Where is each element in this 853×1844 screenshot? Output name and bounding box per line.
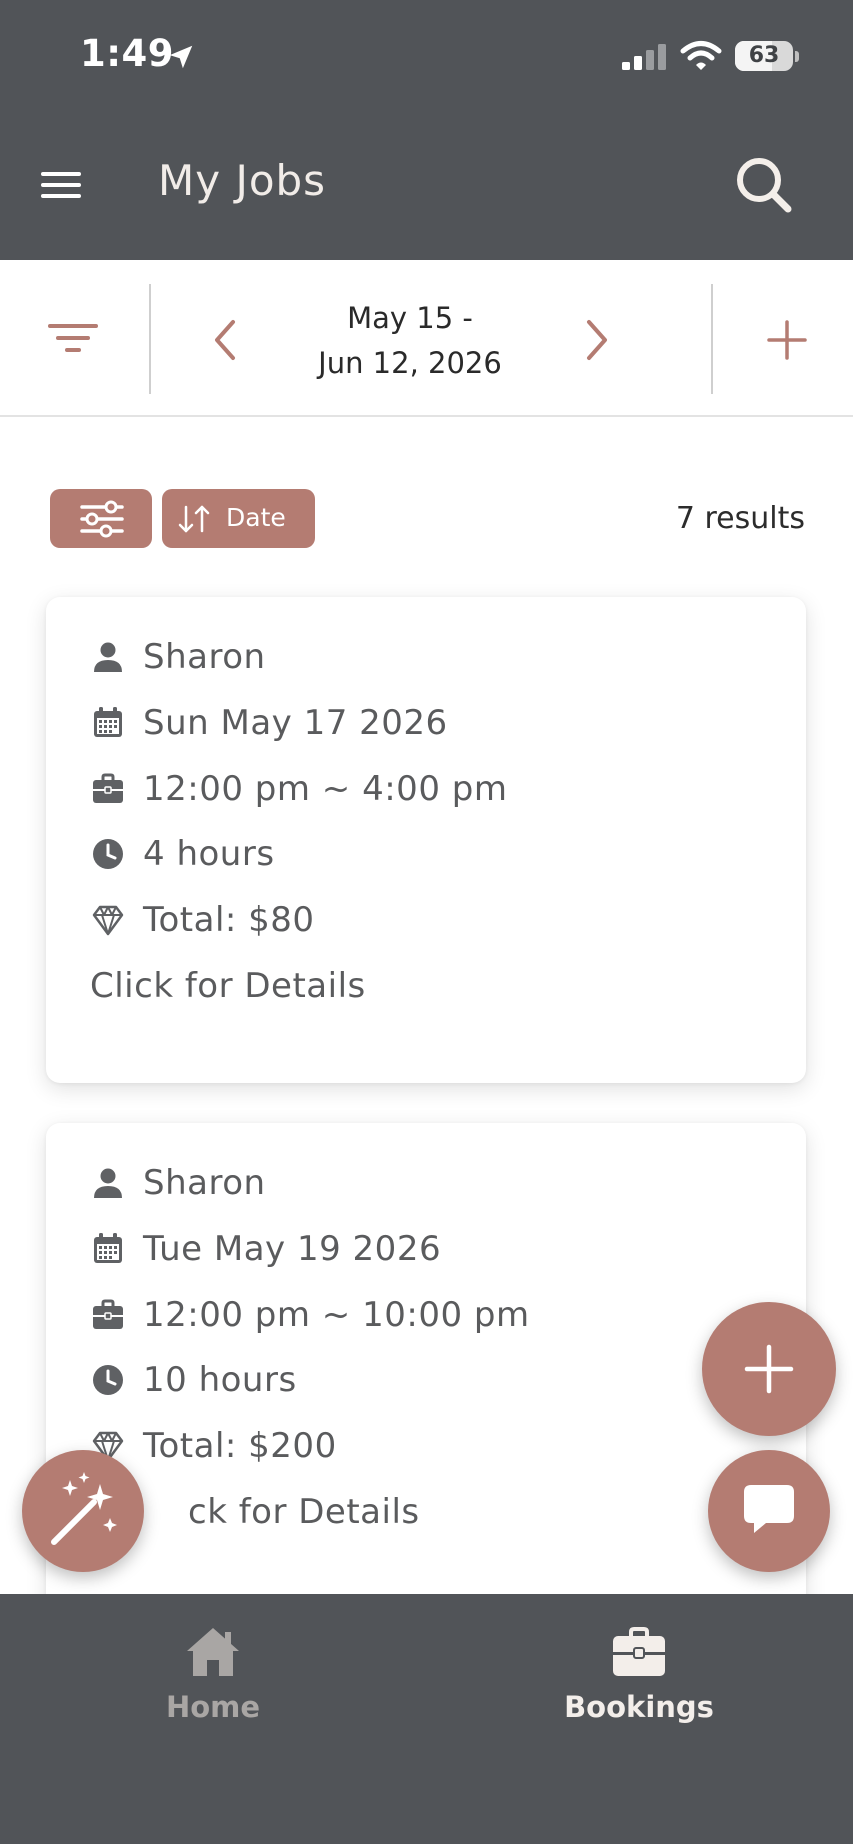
menu-icon[interactable] (36, 162, 86, 208)
diamond-icon (90, 902, 126, 938)
booking-total: Total: $80 (143, 900, 315, 940)
status-bar: 1:49 63 (0, 0, 853, 110)
clock-icon (90, 836, 126, 872)
search-icon[interactable] (728, 150, 798, 220)
filter-lines-icon[interactable] (38, 308, 108, 368)
booking-card[interactable]: Sharon Sun May 17 2026 12:00 pm ~ 4:00 p… (46, 597, 806, 1083)
booking-card[interactable]: Sharon Tue May 19 2026 12:00 pm ~ 10:00 … (46, 1123, 806, 1623)
page-title: My Jobs (158, 156, 327, 205)
date-navigation: May 15 - Jun 12, 2026 (0, 260, 853, 417)
app-bar: My Jobs (0, 110, 853, 260)
results-count: 7 results (675, 501, 805, 536)
client-name: Sharon (143, 637, 266, 677)
divider (149, 284, 151, 394)
calendar-icon (90, 1231, 126, 1267)
date-range: May 15 - Jun 12, 2026 (270, 296, 550, 386)
details-link[interactable]: Click for Details (90, 966, 366, 1006)
details-link[interactable]: ck for Details (188, 1492, 420, 1532)
sort-label: Date (226, 503, 286, 532)
client-row: Sharon (90, 1159, 266, 1207)
person-icon (90, 1165, 126, 1201)
wifi-icon (680, 41, 722, 70)
clock-icon (90, 1362, 126, 1398)
nav-home[interactable]: Home (113, 1624, 313, 1744)
nav-home-label: Home (165, 1690, 261, 1724)
date-range-start: May 15 - (347, 301, 473, 335)
battery-cap (795, 51, 799, 62)
sort-button[interactable]: Date (162, 489, 315, 548)
duration-row: 10 hours (90, 1356, 297, 1404)
plus-icon[interactable] (760, 310, 814, 370)
person-icon (90, 639, 126, 675)
status-time: 1:49 (80, 32, 175, 75)
divider (711, 284, 713, 394)
magic-wand-icon (51, 1472, 117, 1545)
bottom-navigation: Home Bookings (0, 1594, 853, 1844)
briefcase-icon (613, 1627, 665, 1676)
duration-row: 4 hours (90, 830, 275, 878)
nav-bookings[interactable]: Bookings (539, 1624, 739, 1744)
chat-icon (744, 1485, 794, 1533)
chat-fab[interactable] (708, 1450, 830, 1572)
client-row: Sharon (90, 633, 266, 681)
magic-wand-fab[interactable] (22, 1450, 144, 1572)
booking-date: Sun May 17 2026 (143, 703, 448, 743)
date-range-end: Jun 12, 2026 (318, 346, 502, 380)
time-row: 12:00 pm ~ 4:00 pm (90, 765, 507, 813)
battery-level: 63 (748, 43, 780, 68)
plus-icon (744, 1344, 794, 1394)
location-arrow-icon (169, 45, 193, 69)
sliders-icon (80, 500, 124, 538)
calendar-icon (90, 705, 126, 741)
booking-time: 12:00 pm ~ 4:00 pm (143, 769, 508, 809)
client-name: Sharon (143, 1163, 266, 1203)
chevron-left-icon[interactable] (200, 310, 250, 370)
date-row: Sun May 17 2026 (90, 699, 448, 747)
battery-icon: 63 (735, 41, 793, 71)
total-row: Total: $80 (90, 896, 315, 944)
home-icon (187, 1628, 239, 1676)
booking-duration: 10 hours (143, 1360, 297, 1400)
booking-date: Tue May 19 2026 (143, 1229, 442, 1269)
briefcase-icon (90, 771, 126, 807)
booking-total: Total: $200 (143, 1426, 337, 1466)
signal-icon (622, 44, 666, 70)
booking-duration: 4 hours (143, 834, 275, 874)
booking-time: 12:00 pm ~ 10:00 pm (143, 1295, 530, 1335)
date-row: Tue May 19 2026 (90, 1225, 441, 1273)
filter-button[interactable] (50, 489, 152, 548)
nav-bookings-label: Bookings (564, 1690, 714, 1724)
add-booking-fab[interactable] (702, 1302, 836, 1436)
list-controls: Date 7 results (0, 417, 853, 587)
sort-arrows-icon (178, 505, 210, 533)
briefcase-icon (90, 1297, 126, 1333)
time-row: 12:00 pm ~ 10:00 pm (90, 1291, 530, 1339)
chevron-right-icon[interactable] (572, 310, 622, 370)
